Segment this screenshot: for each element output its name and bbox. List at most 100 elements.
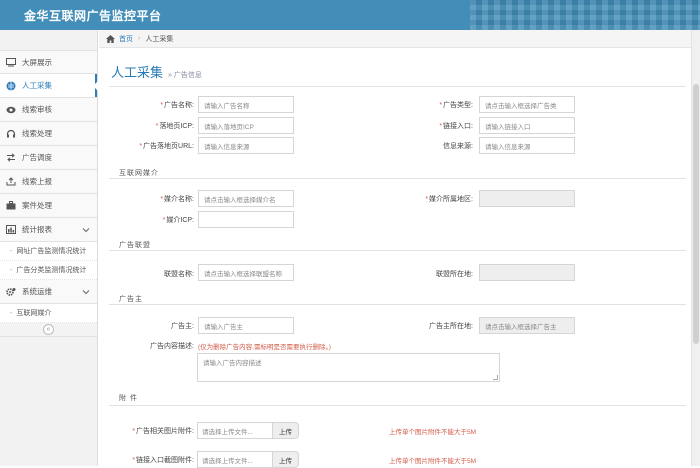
section-media-title: 互联网媒介 [119, 170, 159, 177]
resize-grip-icon[interactable] [493, 375, 498, 380]
media-name-input[interactable]: 请点击输入框选择媒介名 [198, 190, 294, 207]
media-name-label-text: 媒介名称: [164, 196, 194, 203]
advertiser-label: 广告主: [171, 323, 194, 330]
upload-tray-icon [6, 177, 16, 187]
vertical-scrollbar[interactable] [691, 30, 700, 466]
url-label: *广告落地页URL: [104, 141, 194, 151]
section-attachment-title: 附 件 [119, 395, 138, 402]
attach1-file-input[interactable]: 请选择上传文件... [197, 422, 273, 439]
gears-icon [6, 287, 16, 297]
sidebar-subitem-site-stats[interactable]: - 网址广告监测情况统计 [0, 242, 97, 261]
sidebar-item-clue-report[interactable]: 线索上报 [0, 170, 97, 194]
source-input[interactable]: 请输入信息来源 [479, 137, 575, 154]
sidebar-item-case-process[interactable]: 案件处理 [0, 194, 97, 218]
advertiser-location-input[interactable]: 请点击输入框选择广告主 [479, 317, 575, 334]
sidebar-item-manual-collect[interactable]: 人工采集 [0, 74, 98, 98]
desc-note: (仅为删除广告内容,需标明是否需要执行删除。) [198, 344, 331, 351]
active-indicator [95, 74, 97, 97]
attach1-label-text: 广告相关图片附件: [136, 428, 194, 435]
sidebar-subitem-label: 互联网媒介 [16, 310, 52, 317]
sidebar-subitem-label: 广告分类监测情况统计 [16, 267, 87, 274]
required-marker: * [155, 123, 159, 130]
breadcrumb-home-link[interactable]: 首页 [119, 34, 133, 44]
app-title: 金华互联网广告监控平台 [24, 9, 162, 23]
sidebar-item-clue-process[interactable]: 线索处理 [0, 122, 97, 146]
attach2-upload-button[interactable]: 上传 [273, 451, 299, 468]
ad-name-label-text: 广告名称: [164, 102, 194, 109]
advertiser-input[interactable]: 请输入广告主 [198, 317, 294, 334]
sidebar-collapse-toggle[interactable]: « [0, 323, 97, 337]
required-marker: * [439, 102, 443, 109]
alliance-name-input[interactable]: 请点击输入框选择联盟名称 [198, 264, 294, 281]
sidebar-subitem-category-stats[interactable]: - 广告分类监测情况统计 [0, 261, 97, 280]
divider [109, 250, 686, 251]
swap-arrows-icon [6, 153, 16, 163]
required-marker: * [132, 457, 136, 464]
scrollbar-thumb[interactable] [693, 84, 699, 344]
attach2-file-input[interactable]: 请选择上传文件... [197, 451, 273, 468]
url-label-text: 广告落地页URL: [143, 143, 194, 150]
sidebar-item-label: 线索上报 [22, 177, 52, 186]
sidebar-item-dashboard[interactable]: 大屏展示 [0, 50, 97, 74]
ad-name-input[interactable]: 请输入广告名称 [198, 96, 294, 113]
alliance-location-input[interactable] [479, 264, 575, 281]
sidebar-item-label: 统计报表 [22, 225, 52, 234]
media-region-label-text: 媒介所属地区: [429, 196, 473, 203]
page-title: 人工采集 » 广告信息 [111, 62, 202, 81]
sidebar-subitem-internet-media[interactable]: - 互联网媒介 [0, 304, 97, 323]
sidebar-item-statistics[interactable]: 统计报表 [0, 218, 97, 242]
divider [109, 86, 686, 87]
breadcrumb: 首页 › 人工采集 [99, 30, 691, 48]
sidebar-item-ad-dispatch[interactable]: 广告调度 [0, 146, 97, 170]
attach2-label-text: 链接入口截图附件: [136, 457, 194, 464]
sidebar-item-label: 人工采集 [22, 81, 52, 90]
monitor-icon [6, 57, 16, 67]
page-subtitle-text: 广告信息 [173, 72, 202, 79]
ad-name-label: *广告名称: [104, 100, 194, 110]
icp-label-text: 落地页ICP: [159, 123, 194, 130]
sidebar-item-label: 线索审核 [22, 105, 52, 114]
attach1-upload-button[interactable]: 上传 [273, 422, 299, 439]
headset-icon [6, 129, 16, 139]
url-input[interactable]: 请输入信息来源 [198, 137, 294, 154]
media-region-input[interactable] [479, 190, 575, 207]
sidebar-item-label: 系统运维 [22, 287, 52, 296]
sidebar: 大屏展示 人工采集 线索审核 线索处理 广告调度 线索上报 案件处理 统计报表 … [0, 30, 98, 466]
page-title-text: 人工采集 [111, 65, 164, 80]
section-alliance-title: 广告联盟 [119, 242, 151, 249]
sidebar-item-label: 广告调度 [22, 153, 52, 162]
briefcase-icon [6, 201, 16, 211]
sidebar-item-system-ops[interactable]: 系统运维 [0, 280, 97, 304]
attach1-label: *广告相关图片附件: [104, 426, 194, 436]
attach2-label: *链接入口截图附件: [104, 455, 194, 465]
media-icp-label-text: 媒介ICP: [166, 217, 194, 224]
ad-type-input[interactable]: 请点击输入框选择广告类 [479, 96, 575, 113]
eye-icon [6, 105, 16, 115]
source-label: 信息来源: [443, 143, 473, 150]
alliance-location-label: 联盟所在地: [436, 271, 473, 278]
sidebar-item-label: 大屏展示 [22, 57, 52, 67]
entry-label-text: 链接入口: [443, 123, 473, 130]
sidebar-item-clue-review[interactable]: 线索审核 [0, 98, 97, 122]
entry-input[interactable]: 请输入链接入口 [479, 117, 575, 134]
required-marker: * [439, 123, 443, 130]
dash-icon: - [10, 266, 13, 274]
icp-label: *落地页ICP: [104, 121, 194, 131]
media-icp-input[interactable] [198, 211, 294, 228]
attach1-note: 上传单个图片附件不能大于5M [389, 429, 477, 436]
globe-icon [6, 81, 16, 91]
dash-icon: - [10, 309, 13, 317]
breadcrumb-separator: › [138, 35, 141, 42]
entry-label: *链接入口: [383, 121, 473, 131]
divider [109, 178, 686, 179]
desc-textarea[interactable]: 请输入广告内容描述 [197, 353, 500, 382]
home-icon [106, 34, 115, 43]
media-name-label: *媒介名称: [104, 194, 194, 204]
icp-input[interactable]: 请输入落地页ICP [198, 117, 294, 134]
required-marker: * [162, 217, 166, 224]
dash-icon: - [10, 247, 13, 255]
media-region-label: *媒介所属地区: [383, 194, 473, 204]
required-marker: * [425, 196, 429, 203]
breadcrumb-current: 人工采集 [145, 35, 174, 43]
top-header-bar: 金华互联网广告监控平台 [0, 0, 700, 30]
